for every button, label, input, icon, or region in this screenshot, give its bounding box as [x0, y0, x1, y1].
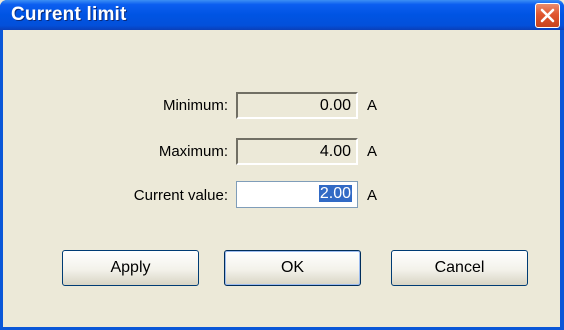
close-button[interactable]	[535, 3, 560, 28]
minimum-field: 0.00	[236, 92, 358, 119]
current-value-text: 2.00	[318, 185, 352, 202]
ok-button[interactable]: OK	[224, 250, 361, 286]
window-title: Current limit	[11, 4, 127, 25]
maximum-field: 4.00	[236, 138, 358, 165]
maximum-label: Maximum:	[158, 143, 228, 160]
current-value-unit: A	[367, 187, 378, 204]
current-value-label: Current value:	[133, 187, 228, 204]
title-bar[interactable]: Current limit	[0, 0, 564, 30]
minimum-label: Minimum:	[162, 97, 228, 114]
minimum-value: 0.00	[319, 97, 351, 114]
current-value-input[interactable]: 2.00	[236, 181, 358, 208]
apply-button[interactable]: Apply	[62, 250, 199, 286]
close-icon	[540, 8, 555, 23]
maximum-unit: A	[367, 143, 378, 160]
maximum-value: 4.00	[319, 143, 351, 160]
cancel-button[interactable]: Cancel	[391, 250, 528, 286]
dialog-window: Current limit Minimum: 0.00 A Maximum: 4…	[0, 0, 564, 330]
dialog-body: Minimum: 0.00 A Maximum: 4.00 A Current …	[3, 30, 560, 327]
minimum-unit: A	[367, 97, 378, 114]
